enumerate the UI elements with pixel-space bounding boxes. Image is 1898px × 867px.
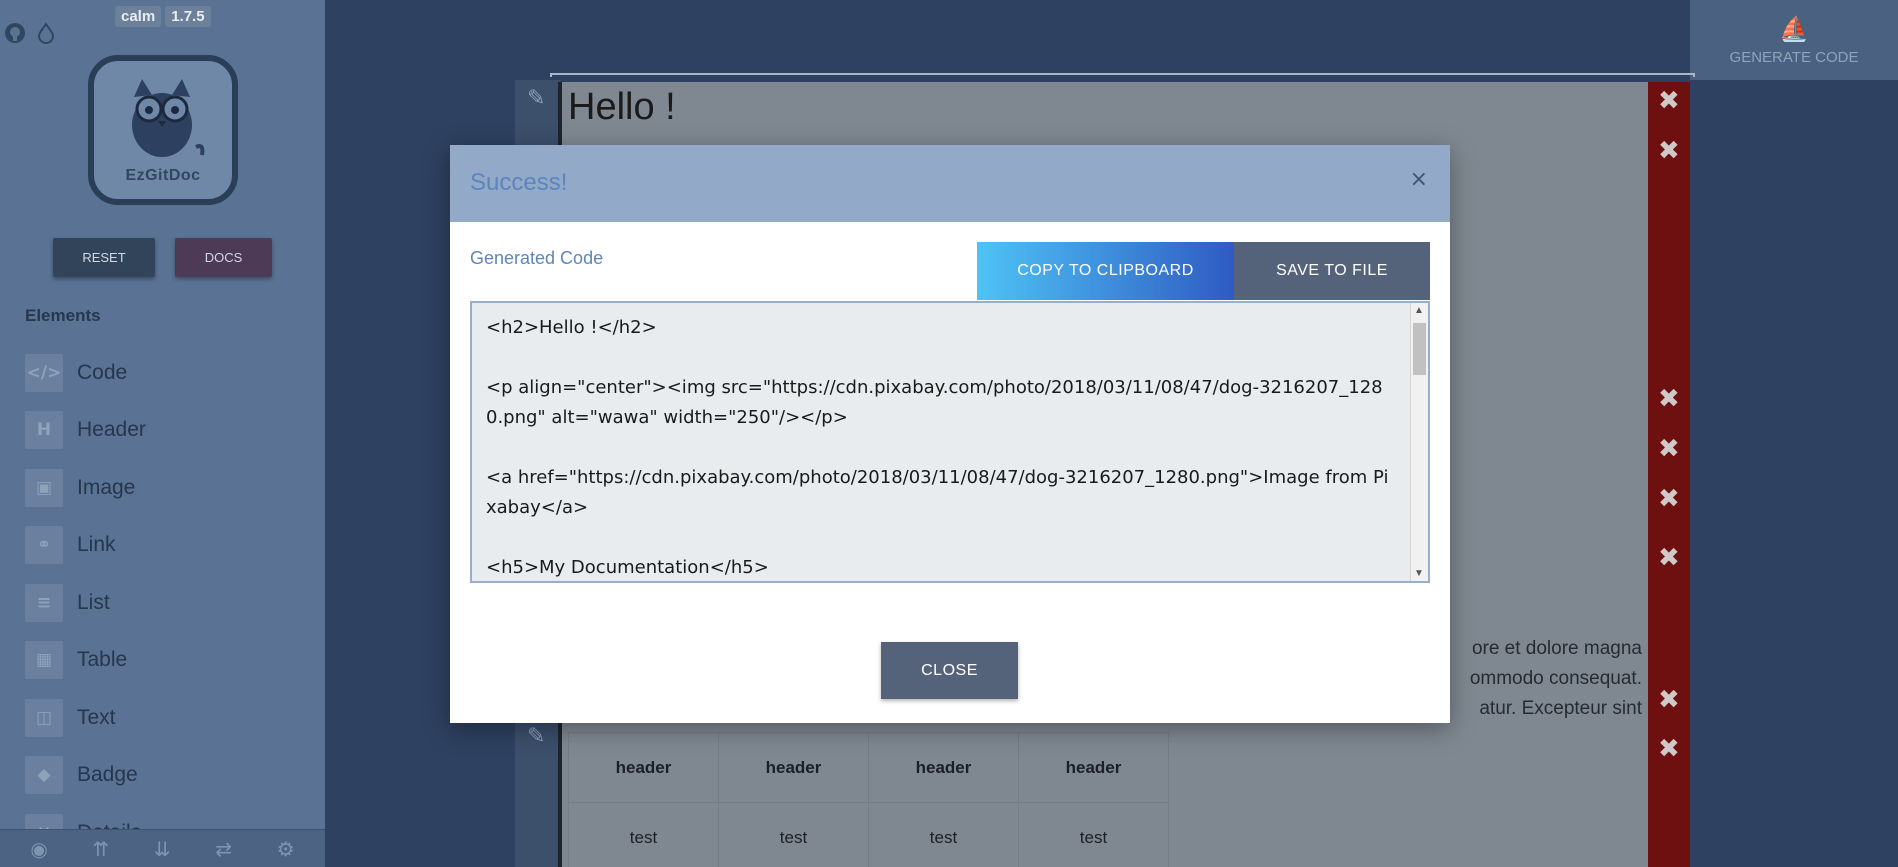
generated-code-textarea[interactable]: <h2>Hello !</h2> <p align="center"><img … [470, 301, 1430, 583]
close-button[interactable]: CLOSE [881, 642, 1018, 699]
scroll-thumb[interactable] [1413, 323, 1426, 375]
modal-header: Success! × [450, 145, 1450, 222]
generated-code-label: Generated Code [470, 248, 604, 268]
success-modal: Success! × Generated Code COPY TO CLIPBO… [450, 145, 1450, 723]
close-icon[interactable]: × [1410, 167, 1428, 192]
scroll-up-icon[interactable]: ▲ [1414, 305, 1424, 316]
copy-to-clipboard-button[interactable]: COPY TO CLIPBOARD [977, 242, 1234, 300]
save-to-file-button[interactable]: SAVE TO FILE [1234, 242, 1430, 300]
modal-title: Success! [470, 169, 568, 196]
scroll-down-icon[interactable]: ▼ [1414, 568, 1424, 579]
generated-code-text: <h2>Hello !</h2> <p align="center"><img … [486, 317, 1389, 578]
code-scrollbar[interactable]: ▲ ▼ [1410, 303, 1428, 581]
